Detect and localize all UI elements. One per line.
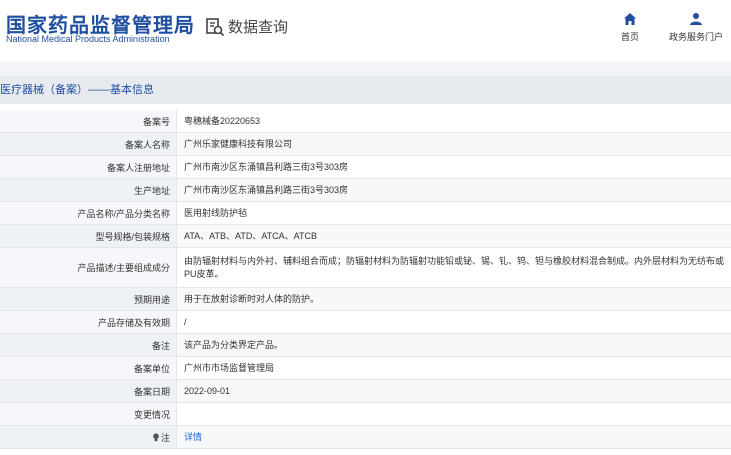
row-value: 广州市南沙区东涌镇昌利路三街3号303房 xyxy=(176,155,731,179)
details-link[interactable]: 详情 xyxy=(184,432,202,442)
table-row: 预期用途 用于在放射诊断时对人体的防护。 xyxy=(0,287,731,311)
search-document-icon xyxy=(206,17,225,36)
table-row: 产品存储及有效期 / xyxy=(0,310,731,334)
nav-gov-service[interactable]: 政务服务门户 xyxy=(664,12,728,43)
row-value: 医用射线防护毡 xyxy=(176,201,731,225)
table-row: 产品描述/主要组成成分 由防辐射材料与内外衬、辅料组合而成；防辐射材料为防辐射功… xyxy=(0,247,731,288)
light-bulb-icon xyxy=(153,432,159,441)
row-key: 产品描述/主要组成成分 xyxy=(0,247,177,288)
table-row: 产品名称/产品分类名称 医用射线防护毡 xyxy=(0,201,731,225)
nav-home-label: 首页 xyxy=(620,32,639,42)
site-header: 国家药品监督管理局 National Medical Products Admi… xyxy=(0,0,731,62)
table-row: 生产地址 广州市南沙区东涌镇昌利路三街3号303房 xyxy=(0,178,731,202)
home-icon xyxy=(624,13,636,25)
row-key: 预期用途 xyxy=(0,287,177,311)
row-key: 备案单位 xyxy=(0,356,177,380)
row-key: 备注 xyxy=(0,333,177,357)
table-row: 备案人名称 广州乐家健康科技有限公司 xyxy=(0,132,731,156)
row-value: 由防辐射材料与内外衬、辅料组合而成；防辐射材料为防辐射功能铅或铋、锡、钆、钨、钽… xyxy=(176,247,731,288)
row-value: 2022-09-01 xyxy=(176,379,731,403)
row-key: 注 xyxy=(0,425,177,449)
row-key: 备案号 xyxy=(0,110,177,133)
table-row: 备案日期 2022-09-01 xyxy=(0,379,731,403)
table-row: 备案人注册地址 广州市南沙区东涌镇昌利路三街3号303房 xyxy=(0,155,731,179)
header-divider xyxy=(0,62,731,76)
row-value: 粤穗械备20220653 xyxy=(176,110,731,133)
row-value: 用于在放射诊断时对人体的防护。 xyxy=(176,287,731,311)
row-value: / xyxy=(176,310,731,334)
data-query-label: 数据查询 xyxy=(228,19,289,36)
user-icon xyxy=(690,13,702,25)
table-row: 型号规格/包装规格 ATA、ATB、ATD、ATCA、ATCB xyxy=(0,224,731,248)
row-key: 备案人名称 xyxy=(0,132,177,156)
section-title: 医疗器械（备案）——基本信息 xyxy=(0,76,731,104)
nav-home[interactable]: 首页 xyxy=(610,12,650,43)
row-value: 广州市南沙区东涌镇昌利路三街3号303房 xyxy=(176,178,731,202)
row-key: 备案人注册地址 xyxy=(0,155,177,179)
row-value xyxy=(176,402,731,426)
row-key: 产品存储及有效期 xyxy=(0,310,177,334)
data-query-title: 数据查询 xyxy=(205,16,288,37)
row-key: 变更情况 xyxy=(0,402,177,426)
row-key: 备案日期 xyxy=(0,379,177,403)
row-key-label: 注 xyxy=(160,432,170,443)
nav-gov-service-label: 政务服务门户 xyxy=(668,32,723,42)
row-value: 广州市市场监督管理局 xyxy=(176,356,731,380)
row-key: 型号规格/包装规格 xyxy=(0,224,177,248)
site-logo-en[interactable]: National Medical Products Administration xyxy=(6,34,170,44)
record-info-table: 备案号 粤穗械备20220653 备案人名称 广州乐家健康科技有限公司 备案人注… xyxy=(0,110,731,449)
row-value: 该产品为分类界定产品。 xyxy=(176,333,731,357)
table-row: 变更情况 xyxy=(0,402,731,426)
table-row: 备注 该产品为分类界定产品。 xyxy=(0,333,731,357)
table-row: 备案单位 广州市市场监督管理局 xyxy=(0,356,731,380)
row-value: 广州乐家健康科技有限公司 xyxy=(176,132,731,156)
table-row: 注 详情 xyxy=(0,425,731,449)
row-value: 详情 xyxy=(176,425,731,449)
row-value: ATA、ATB、ATD、ATCA、ATCB xyxy=(176,224,731,248)
row-key: 产品名称/产品分类名称 xyxy=(0,201,177,225)
row-key: 生产地址 xyxy=(0,178,177,202)
table-row: 备案号 粤穗械备20220653 xyxy=(0,110,731,133)
